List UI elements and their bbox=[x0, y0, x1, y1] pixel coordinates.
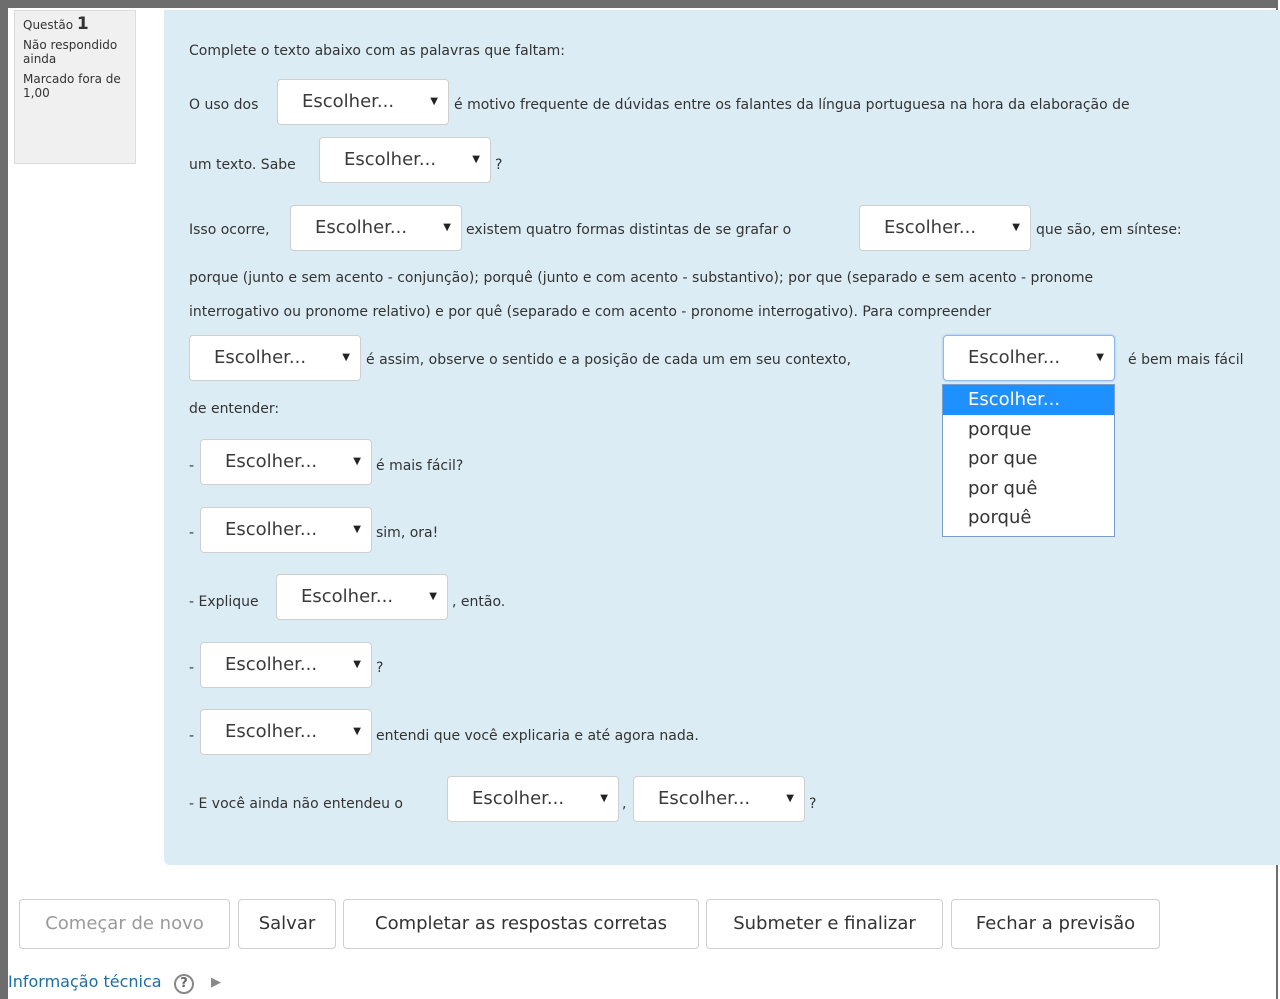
text-segment: é motivo frequente de dúvidas entre os f… bbox=[454, 97, 1130, 113]
gap-select-4[interactable]: Escolher... ▼ bbox=[859, 205, 1031, 251]
chevron-down-icon: ▼ bbox=[1096, 352, 1104, 363]
text-segment: de entender: bbox=[189, 401, 280, 417]
text-segment: Isso ocorre, bbox=[189, 222, 270, 238]
question-grade: Marcado fora de 1,00 bbox=[23, 72, 121, 100]
chevron-down-icon: ▼ bbox=[353, 524, 361, 535]
submit-finish-button[interactable]: Submeter e finalizar bbox=[706, 899, 943, 949]
gap-select-1[interactable]: Escolher... ▼ bbox=[277, 79, 449, 125]
text-segment: ? bbox=[809, 796, 817, 812]
expand-caret-icon[interactable]: ▶ bbox=[211, 975, 221, 990]
select-dropdown-list[interactable]: Escolher... porque por que por quê porqu… bbox=[942, 384, 1115, 537]
chevron-down-icon: ▼ bbox=[353, 456, 361, 467]
gap-select-13[interactable]: Escolher... ▼ bbox=[633, 776, 805, 822]
text-segment: existem quatro formas distintas de se gr… bbox=[466, 222, 792, 238]
save-button[interactable]: Salvar bbox=[238, 899, 336, 949]
gap-select-3[interactable]: Escolher... ▼ bbox=[290, 205, 462, 251]
text-segment: porque (junto e sem acento - conjunção);… bbox=[189, 270, 1094, 286]
dropdown-option-porque-acento[interactable]: porquê bbox=[943, 503, 1114, 533]
dropdown-option-por-que-acento[interactable]: por quê bbox=[943, 474, 1114, 504]
dash: - bbox=[189, 525, 195, 541]
chevron-down-icon: ▼ bbox=[600, 793, 608, 804]
question-state: Não respondido ainda bbox=[23, 38, 118, 66]
dash: - bbox=[189, 660, 195, 676]
gap-select-12[interactable]: Escolher... ▼ bbox=[447, 776, 619, 822]
dash: - bbox=[189, 458, 195, 474]
text-segment: ? bbox=[376, 660, 384, 676]
text-segment: entendi que você explicaria e até agora … bbox=[376, 728, 699, 744]
question-instructions: Complete o texto abaixo com as palavras … bbox=[189, 43, 566, 59]
tech-info-link[interactable]: Informação técnica bbox=[8, 972, 162, 991]
gap-select-11[interactable]: Escolher... ▼ bbox=[200, 709, 372, 755]
text-segment: é assim, observe o sentido e a posição d… bbox=[366, 352, 852, 368]
text-segment: um texto. Sabe bbox=[189, 157, 296, 173]
text-segment: - E você ainda não entendeu o bbox=[189, 796, 403, 812]
fill-correct-button[interactable]: Completar as respostas corretas bbox=[343, 899, 699, 949]
chevron-down-icon: ▼ bbox=[472, 154, 480, 165]
chevron-down-icon: ▼ bbox=[429, 591, 437, 602]
text-segment: , então. bbox=[452, 594, 506, 610]
gap-select-8[interactable]: Escolher... ▼ bbox=[200, 507, 372, 553]
chevron-down-icon: ▼ bbox=[353, 659, 361, 670]
restart-button[interactable]: Começar de novo bbox=[19, 899, 230, 949]
dropdown-option-escolher[interactable]: Escolher... bbox=[943, 385, 1114, 415]
text-segment: sim, ora! bbox=[376, 525, 439, 541]
gap-select-6[interactable]: Escolher... ▼ bbox=[943, 335, 1115, 381]
text-segment: - Explique bbox=[189, 594, 259, 610]
help-icon[interactable]: ? bbox=[174, 974, 194, 994]
dropdown-option-porque[interactable]: porque bbox=[943, 415, 1114, 445]
dash: - bbox=[189, 728, 195, 744]
gap-select-9[interactable]: Escolher... ▼ bbox=[276, 574, 448, 620]
gap-select-7[interactable]: Escolher... ▼ bbox=[200, 439, 372, 485]
chevron-down-icon: ▼ bbox=[786, 793, 794, 804]
text-segment: que são, em síntese: bbox=[1036, 222, 1182, 238]
text-segment: interrogativo ou pronome relativo) e por… bbox=[189, 304, 992, 320]
chevron-down-icon: ▼ bbox=[353, 726, 361, 737]
dropdown-option-por-que[interactable]: por que bbox=[943, 444, 1114, 474]
question-info-panel: Questão 1 Não respondido ainda Marcado f… bbox=[14, 10, 136, 164]
gap-select-10[interactable]: Escolher... ▼ bbox=[200, 642, 372, 688]
chevron-down-icon: ▼ bbox=[430, 96, 438, 107]
chevron-down-icon: ▼ bbox=[443, 222, 451, 233]
chevron-down-icon: ▼ bbox=[1012, 222, 1020, 233]
question-number: Questão 1 bbox=[23, 14, 89, 34]
close-preview-button[interactable]: Fechar a previsão bbox=[951, 899, 1160, 949]
text-segment: ? bbox=[495, 157, 503, 173]
text-segment: é mais fácil? bbox=[376, 458, 464, 474]
chevron-down-icon: ▼ bbox=[342, 352, 350, 363]
gap-select-2[interactable]: Escolher... ▼ bbox=[319, 137, 491, 183]
text-segment: é bem mais fácil bbox=[1128, 352, 1244, 368]
text-segment: O uso dos bbox=[189, 97, 259, 113]
gap-select-5[interactable]: Escolher... ▼ bbox=[189, 335, 361, 381]
text-segment: , bbox=[622, 796, 627, 812]
